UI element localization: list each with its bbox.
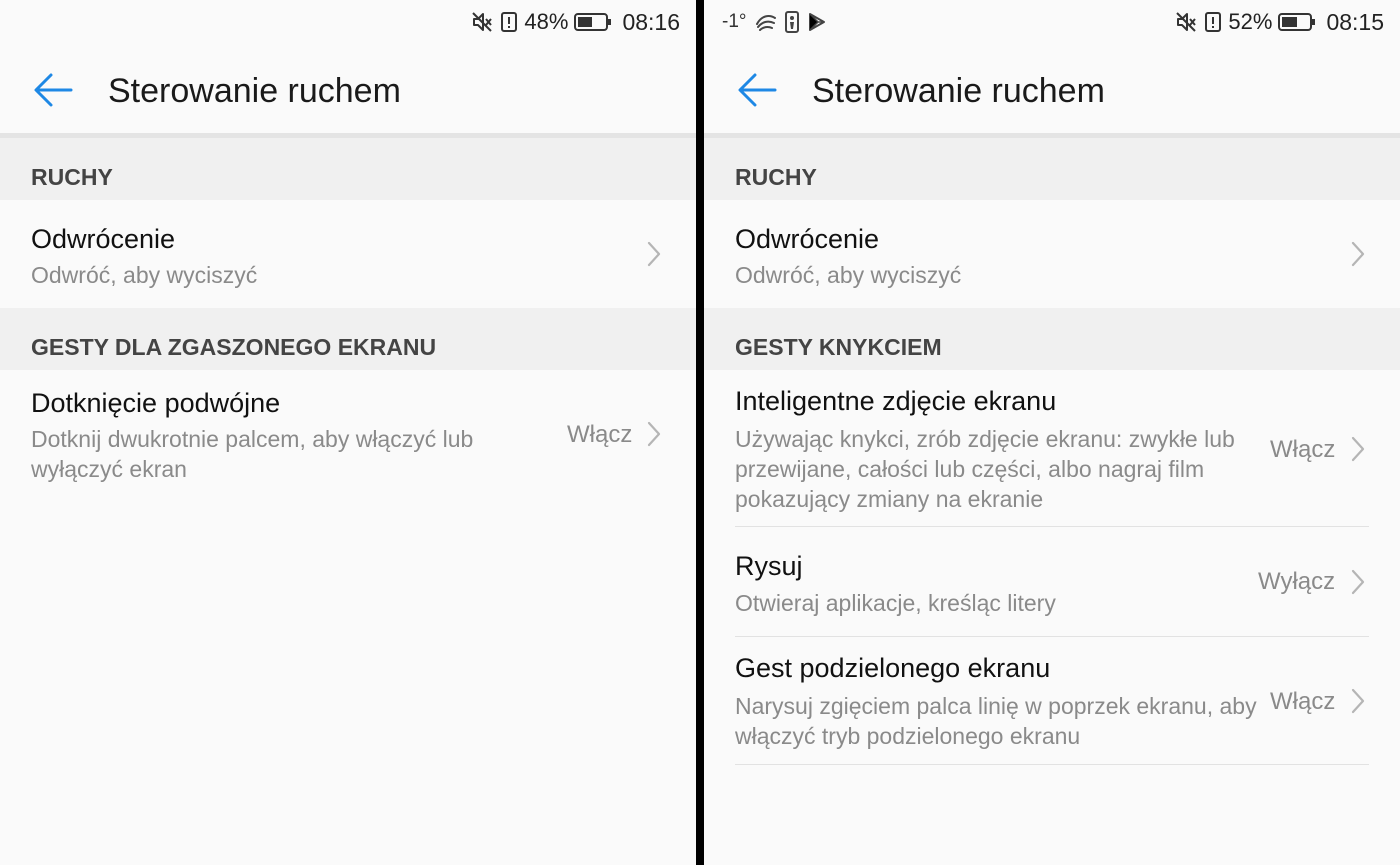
page-title: Sterowanie ruchem [812, 72, 1105, 110]
chevron-right-icon [1351, 688, 1365, 714]
chevron-right-icon [1351, 436, 1365, 462]
row-title: Dotknięcie podwójne [31, 388, 281, 418]
setting-row-double-tap[interactable]: Dotknięcie podwójne Dotknij dwukrotnie p… [0, 370, 696, 500]
row-title: Rysuj [735, 551, 803, 581]
chevron-right-icon [647, 421, 661, 447]
row-subtitle: Odwróć, aby wyciszyć [735, 262, 962, 288]
section-header-knuckle-gestures: GESTY KNYKCIEM [704, 308, 1400, 370]
row-subtitle: Narysuj zgięciem palca linię w poprzek e… [735, 693, 1257, 749]
section-title: RUCHY [735, 164, 817, 190]
status-time: 08:15 [1326, 8, 1384, 35]
back-button[interactable] [30, 70, 76, 110]
row-value: Wyłącz [1258, 568, 1336, 595]
screenshot-composite: 48% 08:16 Sterowanie ruchem RUCHY Odwróc… [0, 0, 1400, 865]
section-header-ruchy: RUCHY [0, 138, 696, 200]
left-screen: 48% 08:16 Sterowanie ruchem RUCHY Odwróc… [0, 0, 696, 865]
row-value: Włącz [1270, 688, 1336, 715]
row-subtitle: Używając knykci, zrób zdjęcie ekranu: zw… [735, 426, 1235, 512]
page-title: Sterowanie ruchem [108, 72, 401, 110]
alert-icon [500, 10, 518, 34]
battery-icon [574, 12, 612, 32]
status-right: 52% 08:15 [1174, 8, 1384, 36]
weather-icon [755, 12, 777, 32]
section-title: RUCHY [31, 164, 113, 190]
battery-icon [1278, 12, 1316, 32]
app-bar: Sterowanie ruchem [704, 44, 1400, 134]
chevron-right-icon [1351, 241, 1365, 267]
section-header-ruchy: RUCHY [704, 138, 1400, 200]
row-value: Włącz [1270, 436, 1336, 463]
status-bar: -1° 52% 08:15 [704, 0, 1400, 44]
play-store-icon [807, 12, 827, 32]
temperature: -1° [722, 11, 747, 32]
row-title: Odwrócenie [31, 224, 176, 254]
back-arrow-icon [34, 73, 73, 107]
row-subtitle: Odwróć, aby wyciszyć [31, 262, 258, 288]
section-title: GESTY KNYKCIEM [735, 334, 942, 360]
setting-row-odwrocenie[interactable]: Odwrócenie Odwróć, aby wyciszyć [704, 200, 1400, 308]
back-arrow-icon [738, 73, 777, 107]
setting-row-smart-screenshot[interactable]: Inteligentne zdjęcie ekranu Używając kny… [704, 370, 1400, 526]
row-title: Gest podzielonego ekranu [735, 653, 1051, 683]
battery-percentage: 52% [1228, 9, 1273, 34]
row-subtitle: Dotknij dwukrotnie palcem, aby włączyć l… [31, 426, 474, 482]
row-title: Odwrócenie [735, 224, 880, 254]
status-left: -1° [722, 10, 827, 34]
section-title: GESTY DLA ZGASZONEGO EKRANU [31, 334, 437, 360]
setting-row-split-screen[interactable]: Gest podzielonego ekranu Narysuj zgięcie… [704, 637, 1400, 764]
battery-percentage: 48% [524, 9, 569, 34]
row-subtitle: Otwieraj aplikacje, kreśląc litery [735, 590, 1056, 616]
status-bar: 48% 08:16 [0, 0, 696, 44]
app-bar: Sterowanie ruchem [0, 44, 696, 134]
mute-icon [1174, 10, 1198, 34]
status-right: 48% 08:16 [470, 8, 680, 36]
setting-row-draw[interactable]: Rysuj Otwieraj aplikacje, kreśląc litery… [704, 527, 1400, 636]
chevron-right-icon [1351, 569, 1365, 595]
row-title: Inteligentne zdjęcie ekranu [735, 386, 1057, 416]
row-divider [735, 764, 1369, 765]
section-header-screen-off-gestures: GESTY DLA ZGASZONEGO EKRANU [0, 308, 696, 370]
back-button[interactable] [734, 70, 780, 110]
nba-icon [784, 11, 799, 33]
setting-row-odwrocenie[interactable]: Odwrócenie Odwróć, aby wyciszyć [0, 200, 696, 308]
alert-icon [1204, 10, 1222, 34]
right-screen: -1° 52% 08:15 Sterowanie ruchem RUCHY Od… [704, 0, 1400, 865]
chevron-right-icon [647, 241, 661, 267]
row-value: Włącz [567, 421, 633, 448]
status-time: 08:16 [622, 8, 680, 35]
mute-icon [470, 10, 494, 34]
